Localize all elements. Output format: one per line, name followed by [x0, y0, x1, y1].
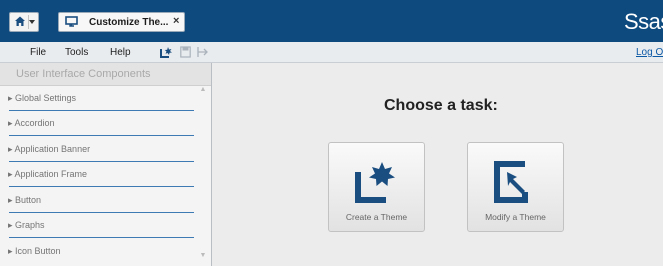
divider — [9, 237, 194, 238]
tab-monitor-icon — [65, 16, 78, 27]
page-title: Choose a task: — [384, 97, 498, 114]
menu-file[interactable]: File — [30, 47, 46, 58]
sidebar-item-label: ▸ Accordion — [8, 118, 55, 128]
divider — [9, 186, 194, 187]
sidebar-item-label: ▸ Application Frame — [8, 169, 88, 179]
create-theme-label: Create a Theme — [345, 212, 408, 222]
sidebar: User Interface Components ▸ Global Setti… — [0, 63, 212, 266]
close-icon[interactable]: × — [173, 15, 179, 27]
sidebar-item-graphs[interactable]: ▸ Graphs — [0, 213, 200, 238]
create-theme-button[interactable]: Create a Theme — [328, 142, 425, 232]
sidebar-item-label: ▸ Button — [8, 195, 42, 205]
sidebar-item-label: ▸ Icon Button — [8, 246, 61, 256]
sidebar-item-button[interactable]: ▸ Button — [0, 188, 200, 213]
new-theme-icon[interactable] — [160, 46, 173, 58]
modify-theme-button[interactable]: Modify a Theme — [467, 142, 564, 232]
modify-theme-label: Modify a Theme — [485, 212, 546, 222]
chevron-down-icon[interactable] — [29, 20, 35, 24]
sidebar-item-label: ▸ Application Banner — [8, 144, 91, 154]
sas-logo: Ssas — [624, 9, 663, 34]
sidebar-header: User Interface Components — [0, 63, 211, 86]
save-icon[interactable] — [180, 46, 191, 58]
menu-help[interactable]: Help — [110, 47, 131, 58]
logoff-link[interactable]: Log O — [636, 47, 663, 58]
scroll-up-icon[interactable]: ▲ — [198, 86, 208, 96]
main-panel: Choose a task: Create a Theme Modify a T… — [212, 63, 663, 266]
sidebar-scrollbar[interactable]: ▲ ▼ — [198, 86, 208, 266]
sidebar-item-application-banner[interactable]: ▸ Application Banner — [0, 137, 200, 162]
menu-tools[interactable]: Tools — [65, 47, 88, 58]
divider — [9, 135, 194, 136]
create-theme-icon — [355, 162, 395, 203]
app-banner: Customize The... × Ssas — [0, 0, 663, 42]
sidebar-title: User Interface Components — [16, 68, 151, 80]
home-icon — [15, 16, 25, 26]
tab-customize-theme[interactable]: Customize The... × — [58, 12, 185, 32]
sidebar-item-label: ▸ Global Settings — [8, 93, 77, 103]
modify-theme-icon — [494, 161, 528, 203]
sidebar-item-icon-button[interactable]: ▸ Icon Button — [0, 239, 200, 264]
export-icon[interactable] — [197, 46, 210, 58]
sidebar-item-label: ▸ Graphs — [8, 220, 45, 230]
sidebar-item-accordion[interactable]: ▸ Accordion — [0, 111, 200, 136]
home-menu-button[interactable] — [9, 12, 39, 32]
tab-label: Customize The... — [89, 17, 169, 28]
sidebar-item-global-settings[interactable]: ▸ Global Settings — [0, 86, 200, 111]
sidebar-item-application-frame[interactable]: ▸ Application Frame — [0, 162, 200, 187]
scroll-down-icon[interactable]: ▼ — [198, 252, 208, 262]
menu-bar: File Tools Help Log O — [0, 42, 663, 63]
